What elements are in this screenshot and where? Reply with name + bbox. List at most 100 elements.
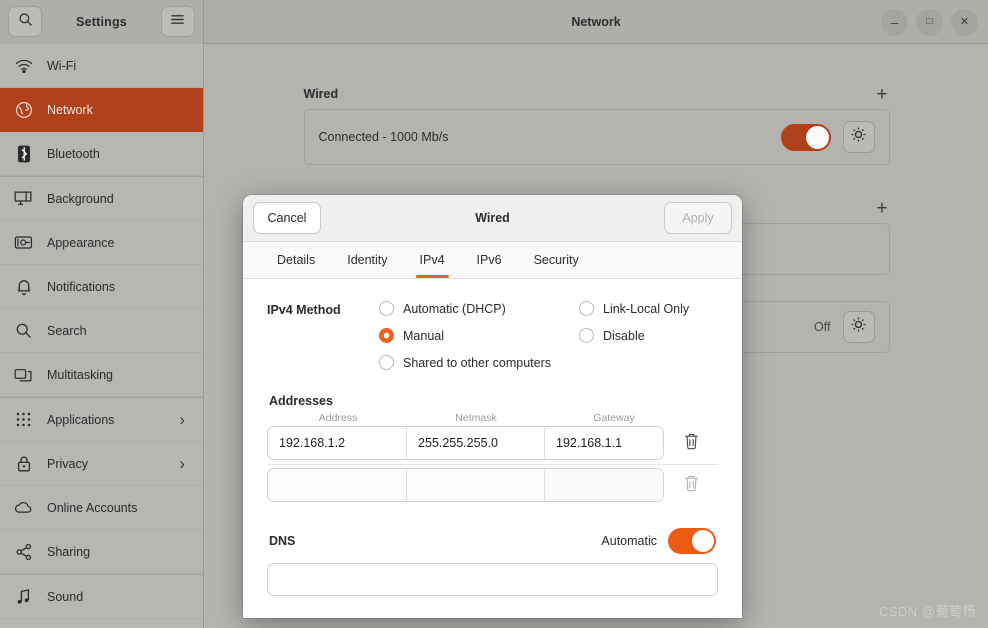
tab-identity[interactable]: Identity — [331, 242, 403, 278]
delete-address-button[interactable] — [664, 468, 718, 502]
proxy-settings-button[interactable] — [842, 311, 875, 343]
sidebar-item-label: Notifications — [47, 279, 116, 294]
tab-ipv6[interactable]: IPv6 — [461, 242, 518, 278]
dns-automatic-toggle[interactable] — [668, 528, 716, 554]
maximize-icon: □ — [926, 16, 933, 27]
minimize-button[interactable]: – — [881, 8, 908, 36]
add-wired-connection-button[interactable]: + — [874, 85, 889, 104]
sidebar-item-label: Applications — [47, 412, 115, 427]
sidebar-item-bluetooth[interactable]: Bluetooth — [0, 132, 203, 176]
dialog-header: Cancel Wired Apply — [243, 195, 742, 242]
sidebar-item-sound[interactable]: Sound — [0, 575, 203, 619]
search-icon — [14, 321, 33, 340]
radio-indicator — [379, 301, 394, 316]
cloud-icon — [14, 498, 33, 517]
tab-ipv4[interactable]: IPv4 — [404, 242, 461, 278]
radio-label: Shared to other computers — [403, 355, 551, 370]
gateway-input[interactable] — [544, 469, 664, 501]
add-vpn-button[interactable]: + — [874, 199, 889, 218]
radio-shared-to-other-computers[interactable]: Shared to other computers — [379, 355, 579, 370]
addresses-column-headers: Address Netmask Gateway — [267, 412, 718, 424]
radio-label: Link-Local Only — [603, 301, 690, 316]
chevron-right-icon: › — [179, 409, 185, 429]
sidebar-item-label: Bluetooth — [47, 146, 100, 161]
sidebar-item-label: Appearance — [47, 235, 115, 250]
radio-indicator — [579, 301, 594, 316]
background-icon — [14, 189, 33, 208]
sidebar-item-privacy[interactable]: Privacy › — [0, 442, 203, 486]
card-controls — [780, 121, 875, 153]
address-input[interactable] — [268, 469, 406, 501]
window-title-area: Network — [204, 15, 988, 29]
address-row — [267, 468, 718, 502]
addresses-divider — [267, 464, 718, 465]
wifi-icon — [14, 56, 33, 75]
connection-status-label: Connected - 1000 Mb/s — [318, 130, 449, 144]
radio-automatic-dhcp[interactable]: Automatic (DHCP) — [379, 301, 579, 316]
ipv4-method-options: Automatic (DHCP) Manual Shared to other … — [379, 301, 718, 370]
main-menu-button[interactable] — [160, 6, 195, 37]
maximize-button[interactable]: □ — [916, 8, 943, 36]
dns-automatic-control: Automatic — [601, 528, 716, 554]
section-title: Wired — [303, 87, 339, 101]
grid-apps-icon — [14, 410, 33, 429]
sidebar-item-label: Background — [47, 191, 114, 206]
ipv4-method-label: IPv4 Method — [267, 303, 341, 317]
address-row — [267, 426, 718, 460]
wired-connection-toggle[interactable] — [780, 123, 831, 151]
proxy-status-label: Off — [814, 320, 831, 334]
sidebar-item-online-accounts[interactable]: Online Accounts — [0, 486, 203, 530]
tab-details[interactable]: Details — [261, 242, 331, 278]
netmask-input[interactable] — [406, 427, 544, 459]
music-note-icon — [14, 587, 33, 606]
radio-manual[interactable]: Manual — [379, 328, 579, 343]
hamburger-menu-icon — [170, 13, 185, 31]
section-header: Wired + — [304, 79, 890, 109]
page-title: Network — [571, 14, 621, 29]
close-button[interactable]: ✕ — [951, 8, 978, 36]
sidebar-item-sharing[interactable]: Sharing — [0, 530, 203, 574]
sidebar-item-wifi[interactable]: Wi-Fi — [0, 44, 203, 88]
wired-connection-card: Connected - 1000 Mb/s — [303, 109, 890, 165]
radio-link-local-only[interactable]: Link-Local Only — [579, 301, 689, 316]
sidebar-item-multitasking[interactable]: Multitasking — [0, 353, 203, 397]
ipv4-method-row: IPv4 Method Automatic (DHCP) Manual Shar… — [267, 301, 718, 370]
radio-indicator — [379, 328, 394, 343]
sidebar-item-search[interactable]: Search — [0, 309, 203, 353]
minimize-icon: – — [890, 14, 899, 30]
sidebar-item-appearance[interactable]: Appearance — [0, 221, 203, 265]
section-wired: Wired + Connected - 1000 Mb/s — [303, 79, 890, 165]
sidebar-item-label: Search — [47, 323, 87, 338]
address-row-inputs — [267, 426, 665, 460]
dns-servers-input[interactable] — [267, 563, 718, 596]
radio-indicator — [379, 355, 394, 370]
apply-button[interactable]: Apply — [664, 202, 732, 234]
delete-address-button[interactable] — [664, 426, 718, 460]
bluetooth-icon — [14, 144, 33, 163]
column-header-netmask: Netmask — [455, 412, 497, 424]
addresses-title: Addresses — [269, 394, 333, 408]
ipv4-method-column-2: Link-Local Only Disable — [579, 301, 689, 370]
sidebar-item-background[interactable]: Background — [0, 177, 203, 221]
sidebar-item-notifications[interactable]: Notifications — [0, 265, 203, 309]
settings-window: Settings Network – □ ✕ Wi-Fi Network Blu… — [0, 0, 988, 628]
netmask-input[interactable] — [406, 469, 544, 501]
wired-settings-button[interactable] — [842, 121, 875, 153]
address-row-inputs — [267, 468, 665, 502]
cancel-button[interactable]: Cancel — [253, 202, 321, 234]
search-button[interactable] — [8, 6, 42, 37]
sidebar-item-network[interactable]: Network — [0, 88, 203, 132]
bell-icon — [14, 277, 33, 296]
dns-title: DNS — [269, 534, 296, 548]
radio-disable[interactable]: Disable — [579, 328, 689, 343]
tab-security[interactable]: Security — [518, 242, 595, 278]
search-icon — [18, 12, 33, 32]
trash-icon — [683, 432, 700, 455]
gear-icon — [850, 316, 867, 338]
sidebar: Wi-Fi Network Bluetooth Background Appea… — [0, 44, 204, 628]
address-input[interactable] — [268, 427, 406, 459]
sidebar-item-label: Online Accounts — [47, 500, 138, 515]
ipv4-method-column-1: Automatic (DHCP) Manual Shared to other … — [379, 301, 579, 370]
sidebar-item-applications[interactable]: Applications › — [0, 398, 203, 442]
gateway-input[interactable] — [544, 427, 664, 459]
